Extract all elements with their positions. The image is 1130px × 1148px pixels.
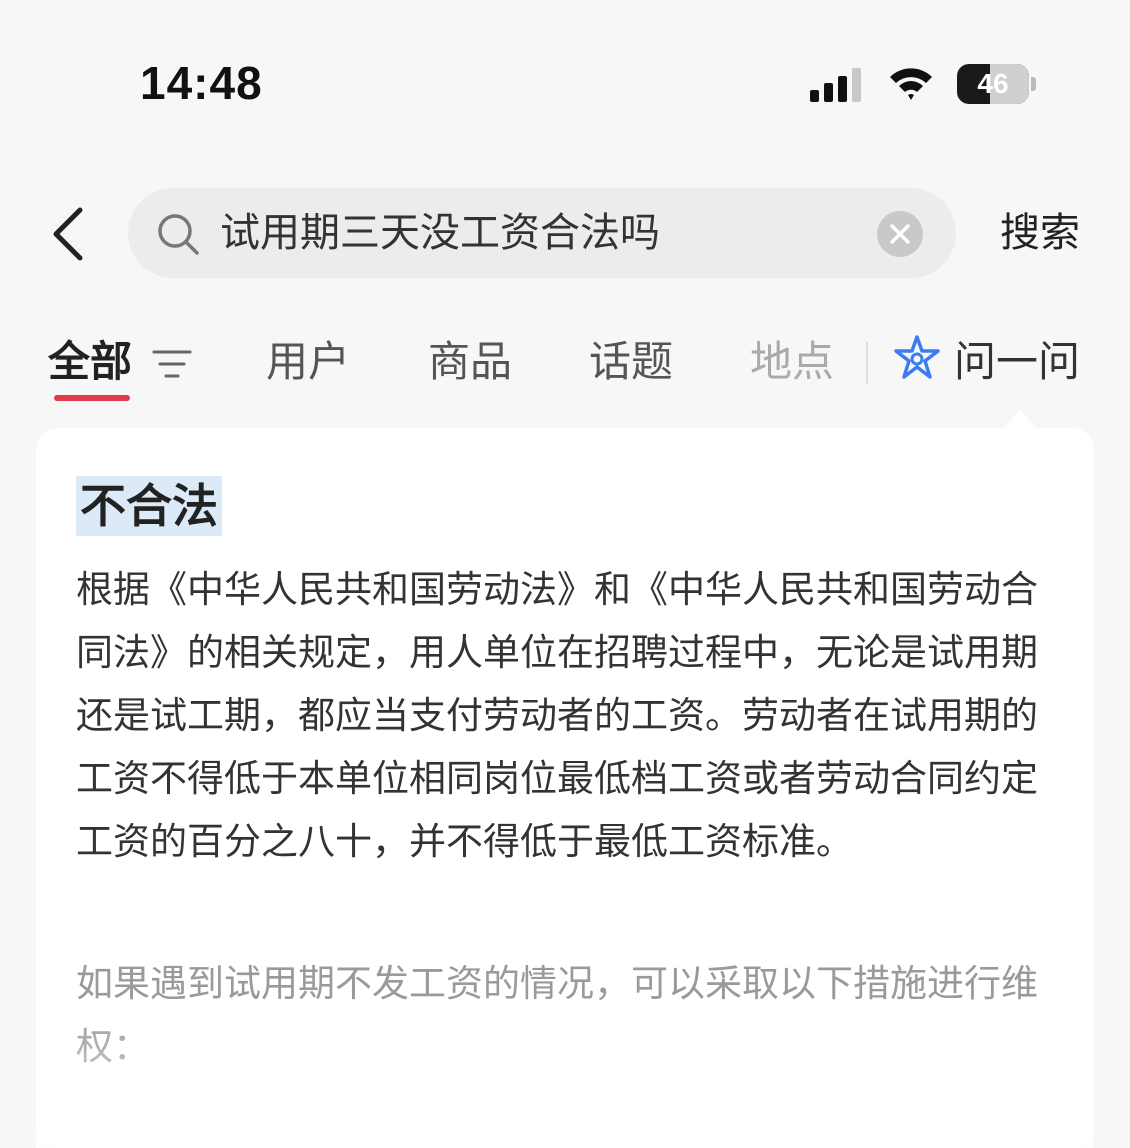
ai-sparkle-star-icon[interactable] — [890, 333, 944, 387]
tab-places[interactable]: 地点 — [750, 334, 834, 390]
tab-all[interactable]: 全部 — [48, 334, 132, 390]
answer-paragraph-1: 根据《中华人民共和国劳动法》和《中华人民共和国劳动合同法》的相关规定，用人单位在… — [76, 568, 1038, 863]
search-input[interactable]: 试用期三天没工资合法吗 — [128, 188, 956, 278]
status-time: 14:48 — [140, 57, 263, 109]
status-bar: 14:48 46 — [0, 0, 1130, 160]
filter-lines-icon[interactable] — [152, 346, 192, 382]
tab-ask-ai[interactable]: 问一问 — [954, 334, 1080, 390]
search-filter-tabs: 全部 用户 商品 话题 地点 问一问 — [0, 320, 1130, 410]
tab-topics[interactable]: 话题 — [589, 334, 673, 390]
tab-users[interactable]: 用户 — [266, 334, 350, 390]
content-fade-mask — [36, 1008, 1094, 1148]
card-pointer — [1002, 410, 1038, 430]
search-button[interactable]: 搜索 — [1000, 205, 1080, 261]
battery-level-text: 46 — [977, 68, 1009, 99]
battery-indicator: 46 — [957, 64, 1029, 104]
answer-heading: 不合法 — [76, 476, 222, 536]
tab-products[interactable]: 商品 — [428, 334, 512, 390]
clear-x-icon[interactable] — [876, 210, 924, 258]
ai-answer-card: 不合法 根据《中华人民共和国劳动法》和《中华人民共和国劳动合同法》的相关规定，用… — [36, 428, 1094, 1148]
battery-cap — [1031, 77, 1036, 91]
wifi-icon — [890, 68, 932, 100]
magnifier-icon — [158, 214, 199, 255]
signal-bars-icon — [810, 68, 861, 102]
tab-divider — [866, 342, 868, 384]
search-query-text[interactable]: 试用期三天没工资合法吗 — [220, 188, 660, 278]
active-tab-underline — [54, 395, 130, 401]
chevron-left-icon[interactable] — [46, 204, 90, 264]
